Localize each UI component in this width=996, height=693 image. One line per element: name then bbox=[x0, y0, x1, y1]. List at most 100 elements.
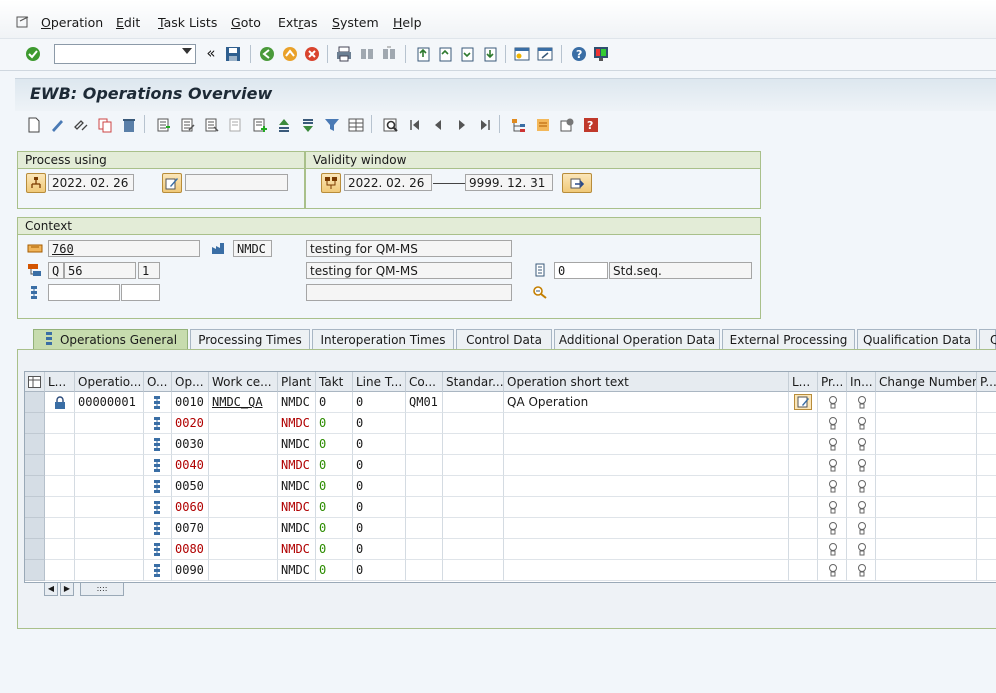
table-cell-pr[interactable] bbox=[818, 560, 847, 581]
table-cell-obj[interactable] bbox=[144, 434, 172, 455]
table-cell-p[interactable] bbox=[977, 413, 996, 434]
component-icon[interactable] bbox=[534, 116, 552, 134]
table-settings-icon[interactable] bbox=[25, 372, 45, 392]
table-cell-lock[interactable] bbox=[45, 560, 75, 581]
table-cell-control[interactable] bbox=[406, 455, 443, 476]
table-cell-plant[interactable]: NMDC bbox=[278, 476, 316, 497]
menu-extras[interactable]: Extras bbox=[278, 15, 318, 30]
insert-row-icon[interactable] bbox=[251, 116, 269, 134]
filter-icon[interactable] bbox=[323, 116, 341, 134]
node-field-a[interactable] bbox=[48, 284, 120, 301]
table-cell-p[interactable] bbox=[977, 539, 996, 560]
table-cell-pr[interactable] bbox=[818, 413, 847, 434]
table-cell-opnode[interactable]: 00000001 bbox=[75, 392, 144, 413]
layout-icon[interactable] bbox=[347, 116, 365, 134]
table-cell-workcenter[interactable]: NMDC_QA bbox=[209, 392, 278, 413]
table-cell-in[interactable] bbox=[847, 455, 876, 476]
previous-entry-icon[interactable] bbox=[429, 116, 447, 134]
table-cell-workcenter[interactable] bbox=[209, 434, 278, 455]
row-selector[interactable] bbox=[25, 518, 45, 539]
table-cell-lock[interactable] bbox=[45, 392, 75, 413]
header-control-key[interactable]: Co... bbox=[406, 372, 443, 392]
sequence-field[interactable]: 0 bbox=[554, 262, 608, 279]
table-cell-text[interactable] bbox=[504, 434, 789, 455]
next-entry-icon[interactable] bbox=[453, 116, 471, 134]
date-select-button[interactable] bbox=[26, 173, 46, 193]
table-cell-line[interactable]: 0 bbox=[353, 539, 406, 560]
table-cell-opnode[interactable] bbox=[75, 476, 144, 497]
help-icon[interactable]: ? bbox=[570, 45, 588, 63]
scroll-right-icon[interactable]: ▶ bbox=[60, 582, 74, 596]
header-long-text[interactable]: L... bbox=[789, 372, 818, 392]
command-field[interactable] bbox=[54, 44, 196, 64]
table-cell-lock[interactable] bbox=[45, 455, 75, 476]
table-cell-p[interactable] bbox=[977, 560, 996, 581]
row-selector[interactable] bbox=[25, 392, 45, 413]
tab-control-data[interactable]: Control Data bbox=[456, 329, 552, 349]
table-cell-workcenter[interactable] bbox=[209, 476, 278, 497]
tab-interoperation-times[interactable]: Interoperation Times bbox=[312, 329, 454, 349]
table-cell-opnode[interactable] bbox=[75, 434, 144, 455]
table-cell-in[interactable] bbox=[847, 476, 876, 497]
header-lock[interactable]: L... bbox=[45, 372, 75, 392]
tab-overflow[interactable]: Q bbox=[979, 329, 996, 349]
settings-icon[interactable] bbox=[558, 116, 576, 134]
table-cell-plant[interactable]: NMDC bbox=[278, 518, 316, 539]
group-counter-field[interactable]: 1 bbox=[138, 262, 160, 279]
table-cell-op[interactable]: 0070 bbox=[172, 518, 209, 539]
table-cell-workcenter[interactable] bbox=[209, 560, 278, 581]
scroll-thumb[interactable]: :::: bbox=[80, 582, 124, 596]
delete-icon[interactable] bbox=[120, 116, 138, 134]
table-cell-line[interactable]: 0 bbox=[353, 413, 406, 434]
table-cell-in[interactable] bbox=[847, 518, 876, 539]
table-cell-takt[interactable]: 0 bbox=[316, 518, 353, 539]
table-cell-in[interactable] bbox=[847, 539, 876, 560]
horizontal-scrollbar[interactable]: ◀ ▶ :::: bbox=[44, 582, 124, 597]
row-selector[interactable] bbox=[25, 455, 45, 476]
customize-layout-icon[interactable] bbox=[592, 45, 610, 63]
row-selector[interactable] bbox=[25, 539, 45, 560]
table-cell-line[interactable]: 0 bbox=[353, 497, 406, 518]
table-cell-opnode[interactable] bbox=[75, 497, 144, 518]
header-work-center[interactable]: Work ce... bbox=[209, 372, 278, 392]
table-cell-workcenter[interactable] bbox=[209, 518, 278, 539]
row-selector[interactable] bbox=[25, 476, 45, 497]
table-cell-p[interactable] bbox=[977, 434, 996, 455]
table-cell-std[interactable] bbox=[443, 434, 504, 455]
table-cell-takt[interactable]: 0 bbox=[316, 476, 353, 497]
table-cell-lt[interactable] bbox=[789, 455, 818, 476]
table-cell-lt[interactable] bbox=[789, 413, 818, 434]
table-cell-p[interactable] bbox=[977, 497, 996, 518]
table-cell-control[interactable]: QM01 bbox=[406, 392, 443, 413]
row-selector[interactable] bbox=[25, 560, 45, 581]
validity-to-field[interactable]: 9999. 12. 31 bbox=[465, 174, 553, 191]
table-cell-line[interactable]: 0 bbox=[353, 392, 406, 413]
table-cell-text[interactable] bbox=[504, 455, 789, 476]
table-cell-in[interactable] bbox=[847, 497, 876, 518]
table-cell-chg[interactable] bbox=[876, 560, 977, 581]
create-icon[interactable] bbox=[25, 116, 43, 134]
table-cell-text[interactable] bbox=[504, 497, 789, 518]
tab-processing-times[interactable]: Processing Times bbox=[190, 329, 310, 349]
row-selector[interactable] bbox=[25, 497, 45, 518]
save-icon[interactable] bbox=[224, 45, 242, 63]
table-cell-chg[interactable] bbox=[876, 518, 977, 539]
table-cell-op[interactable]: 0080 bbox=[172, 539, 209, 560]
chevron-down-icon[interactable] bbox=[182, 48, 192, 54]
find-icon[interactable] bbox=[358, 45, 376, 63]
menu-edit[interactable]: Edit bbox=[116, 15, 140, 30]
table-cell-lt[interactable] bbox=[789, 539, 818, 560]
table-cell-in[interactable] bbox=[847, 434, 876, 455]
table-cell-op[interactable]: 0020 bbox=[172, 413, 209, 434]
menu-goto[interactable]: Goto bbox=[231, 15, 261, 30]
header-object[interactable]: O... bbox=[144, 372, 172, 392]
table-cell-std[interactable] bbox=[443, 476, 504, 497]
table-cell-lock[interactable] bbox=[45, 518, 75, 539]
previous-page-icon[interactable] bbox=[436, 45, 454, 63]
table-cell-plant[interactable]: NMDC bbox=[278, 434, 316, 455]
row-selector[interactable] bbox=[25, 434, 45, 455]
header-standard-text[interactable]: Standar... bbox=[443, 372, 504, 392]
table-cell-line[interactable]: 0 bbox=[353, 560, 406, 581]
table-cell-control[interactable] bbox=[406, 476, 443, 497]
process-date-field[interactable]: 2022. 02. 26 bbox=[48, 174, 134, 191]
